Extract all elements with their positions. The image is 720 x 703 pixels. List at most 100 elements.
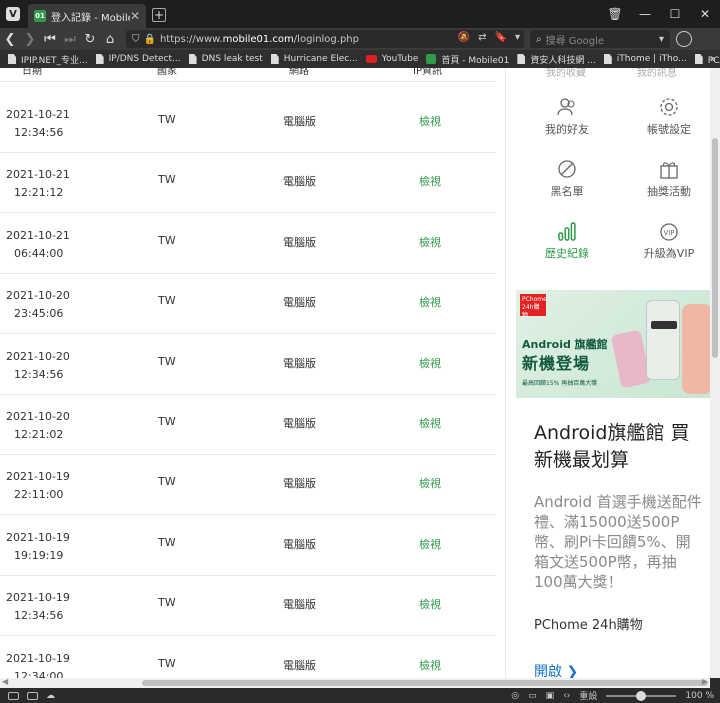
- vertical-scrollbar[interactable]: [710, 68, 720, 678]
- code-icon[interactable]: ‹›: [563, 691, 570, 701]
- menu-lottery[interactable]: 抽獎活動: [618, 158, 710, 218]
- cell-datetime: 2021-10-21 06:44:00: [6, 227, 70, 263]
- zoom-reset-button[interactable]: 重設: [579, 689, 597, 702]
- view-link[interactable]: 檢視: [419, 355, 441, 371]
- zoom-slider[interactable]: [606, 690, 677, 701]
- cell-device: 電腦版: [283, 417, 316, 430]
- bookmark-label: IP/DNS Detect...: [108, 54, 181, 64]
- menu-friends[interactable]: 我的好友: [516, 96, 618, 156]
- mobile01-favicon-icon: 01: [34, 10, 46, 22]
- cell-device: 電腦版: [283, 658, 316, 672]
- close-window-button[interactable]: ✕: [690, 7, 720, 21]
- view-link[interactable]: 檢視: [419, 173, 441, 189]
- vertical-scroll-thumb[interactable]: [712, 138, 718, 358]
- url-field[interactable]: ⛉ 🔒 https://www. mobile01.com/loginlog.ph…: [126, 30, 524, 48]
- cell-device: 電腦版: [283, 477, 316, 491]
- page-actions-icon[interactable]: ▭: [528, 691, 537, 701]
- ad-brand: PChome 24h購物: [534, 618, 643, 633]
- zoom-slider-knob[interactable]: [636, 690, 647, 701]
- notification-off-icon[interactable]: 🔕: [458, 32, 470, 43]
- back-button[interactable]: ❮: [0, 32, 20, 47]
- cell-device: 電腦版: [283, 356, 316, 370]
- view-link[interactable]: 檢視: [419, 294, 441, 310]
- ad-headline[interactable]: Android旗艦館 買新機最划算: [534, 420, 704, 474]
- search-icon: ⌕: [536, 33, 542, 45]
- view-link[interactable]: 檢視: [419, 596, 441, 612]
- dropdown-chevron-icon[interactable]: ▾: [515, 32, 520, 43]
- cell-time: 19:19:19: [14, 548, 64, 562]
- cell-country: TW: [158, 113, 176, 126]
- bookmark-item[interactable]: YouTube: [365, 54, 418, 64]
- table-row: 2021-10-20 12:21:02 TW 電腦版 檢視: [0, 394, 496, 455]
- cell-country: TW: [158, 535, 176, 549]
- menu-upgrade-vip[interactable]: VIP 升級為VIP: [618, 220, 710, 280]
- cell-device: 電腦版: [283, 296, 316, 310]
- maximize-button[interactable]: ☐: [660, 7, 690, 21]
- profile-avatar-icon[interactable]: [676, 31, 692, 47]
- rewind-button[interactable]: ⏮: [40, 32, 60, 47]
- bookmark-item[interactable]: DNS leak test: [188, 54, 263, 64]
- menu-blacklist[interactable]: 黑名單: [516, 158, 618, 218]
- ad-banner-image[interactable]: PChome 24h購物 Android 旗艦館 新機登場 最高回饋15% 再抽…: [516, 290, 710, 398]
- bookmark-item[interactable]: PCADV 電腦王...: [694, 53, 720, 66]
- ad-text-block: Android旗艦館 買新機最划算 Android 首選手機送配件禮、滿1500…: [534, 420, 704, 633]
- bookmark-item[interactable]: 首頁 - Mobile01: [426, 53, 509, 66]
- history-chart-icon: [558, 222, 576, 241]
- scroll-right-icon[interactable]: ▶: [702, 677, 708, 686]
- ad-banner-line3: 最高回饋15% 再抽百萬大獎: [522, 380, 598, 387]
- capture-icon[interactable]: ◎: [511, 691, 519, 701]
- tile-tabs-icon[interactable]: [27, 691, 38, 700]
- bookmark-item[interactable]: IPIP.NET_专业...: [8, 53, 88, 66]
- new-tab-button[interactable]: +: [152, 8, 166, 22]
- bookmark-item[interactable]: iThome | iTho...: [603, 54, 687, 64]
- cell-country: TW: [158, 173, 176, 187]
- cell-datetime: 2021-10-19 12:34:56: [6, 589, 70, 625]
- fast-forward-button[interactable]: ⏭: [60, 32, 80, 47]
- cell-date: 2021-10-19: [6, 470, 70, 484]
- cell-date: 2021-10-19: [6, 651, 70, 665]
- cell-device: 電腦版: [283, 537, 316, 551]
- vivaldi-logo-icon[interactable]: V: [6, 7, 20, 21]
- horizontal-scroll-thumb[interactable]: [142, 680, 708, 686]
- cloud-sync-icon[interactable]: ☁: [46, 691, 55, 701]
- view-link[interactable]: 檢視: [419, 657, 441, 673]
- cell-time: 06:44:00: [14, 246, 64, 260]
- view-link[interactable]: 檢視: [419, 536, 441, 552]
- tab-close-icon[interactable]: ✕: [130, 9, 140, 23]
- search-input[interactable]: ⌕ 搜尋 Google ▾: [530, 30, 670, 48]
- cell-time: 23:45:06: [14, 307, 64, 321]
- forward-button[interactable]: ❯: [20, 32, 40, 47]
- gift-icon: [660, 162, 678, 179]
- view-link[interactable]: 檢視: [419, 234, 441, 250]
- reload-button[interactable]: ↻: [80, 32, 100, 47]
- horizontal-scrollbar[interactable]: ◀ ▶: [0, 677, 710, 688]
- view-link[interactable]: 檢視: [419, 113, 441, 129]
- ad-open-link[interactable]: 開啟 ❯: [534, 661, 578, 678]
- bookmark-item[interactable]: IP/DNS Detect...: [95, 54, 181, 64]
- page-icon: [95, 54, 104, 64]
- images-icon[interactable]: ▣: [546, 691, 555, 701]
- menu-account-settings[interactable]: 帳號設定: [618, 96, 710, 156]
- cell-datetime: 2021-10-20 12:21:02: [6, 408, 70, 444]
- minimize-button[interactable]: —: [630, 7, 660, 21]
- bookmark-item[interactable]: 資安人科技網 ...: [517, 53, 596, 66]
- bookmarks-overflow-icon[interactable]: »: [710, 54, 716, 65]
- bookmark-item[interactable]: Hurricane Elec...: [270, 54, 358, 64]
- bookmark-icon[interactable]: 🔖: [495, 32, 507, 43]
- lock-icon[interactable]: 🔒: [144, 34, 156, 45]
- menu-history[interactable]: 歷史紀錄: [516, 220, 618, 280]
- zoom-level: 100 %: [685, 690, 714, 701]
- view-link[interactable]: 檢視: [419, 475, 441, 491]
- table-row: 2021-10-21 12:21:12 TW 電腦版 檢視: [0, 152, 496, 214]
- home-button[interactable]: ⌂: [100, 32, 120, 47]
- search-engine-chevron-icon[interactable]: ▾: [659, 34, 664, 45]
- trash-icon[interactable]: 🗑: [600, 7, 630, 21]
- view-link[interactable]: 檢視: [419, 415, 441, 431]
- scroll-left-icon[interactable]: ◀: [2, 677, 8, 686]
- translate-icon[interactable]: ⇄: [478, 32, 486, 43]
- menu-label: 升級為VIP: [643, 247, 695, 260]
- panel-toggle-icon[interactable]: [8, 691, 19, 700]
- cell-time: 12:34:00: [14, 669, 64, 678]
- tab-active[interactable]: 01 登入記錄 - Mobile01 ✕: [28, 4, 146, 28]
- shield-icon[interactable]: ⛉: [132, 34, 140, 45]
